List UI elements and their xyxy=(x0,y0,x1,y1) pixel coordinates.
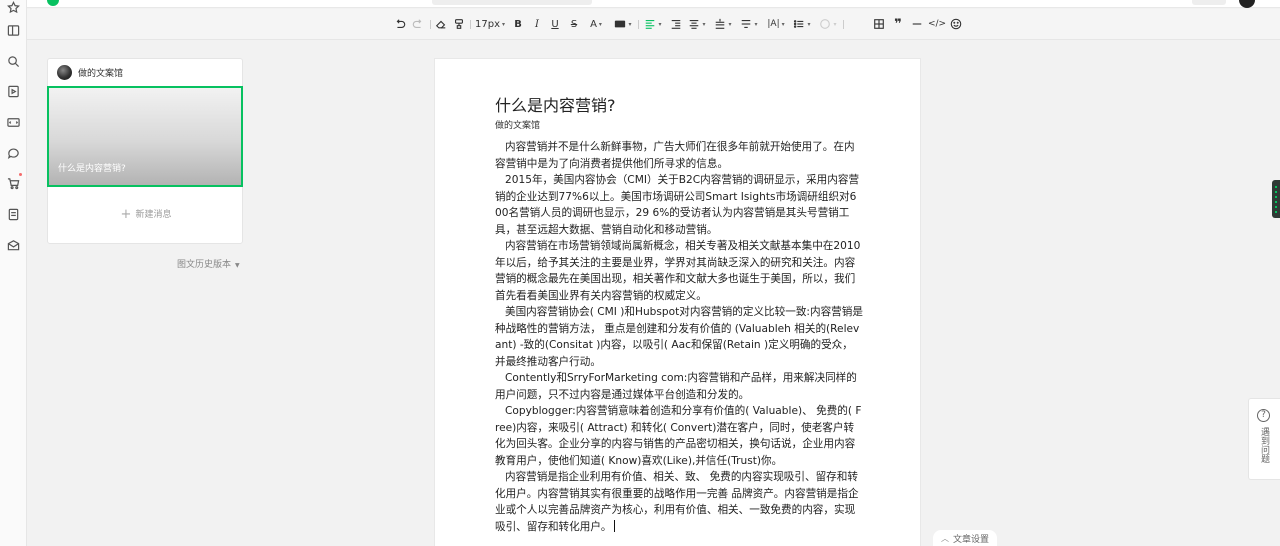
new-message-label: 新建消息 xyxy=(135,210,172,220)
toolbar-divider xyxy=(430,20,431,29)
font-size-value: 17px xyxy=(475,18,500,30)
paragraph[interactable]: 内容营销在市场营销领域尚属新概念，相关专著及相关文献基本集中在2010年以后，给… xyxy=(495,238,863,304)
history-versions-button[interactable]: 图文历史版本 ▼ xyxy=(177,257,240,270)
chevron-up-icon: ︿ xyxy=(941,533,949,543)
code-icon[interactable]: </> xyxy=(928,16,946,32)
spacing-icon[interactable]: ▾ xyxy=(713,16,733,32)
settings-label: 文章设置 xyxy=(953,534,990,545)
account-header: 做的文案馆 xyxy=(57,65,123,80)
article-title[interactable]: 什么是内容营销? xyxy=(495,92,616,116)
article-settings-button[interactable]: ︿ 文章设置 xyxy=(933,530,998,546)
chat-icon[interactable] xyxy=(6,146,21,161)
scrollbar-handle[interactable] xyxy=(1272,180,1280,218)
emoji-icon[interactable] xyxy=(949,16,963,32)
theme-icon[interactable]: ▾ xyxy=(817,16,839,32)
left-rail xyxy=(0,0,27,546)
question-icon: ? xyxy=(1257,409,1270,422)
letter-spacing-icon[interactable]: |A| ▾ xyxy=(765,16,787,32)
app-logo-icon xyxy=(47,0,59,6)
layout-icon[interactable] xyxy=(6,23,21,38)
italic-icon[interactable]: I xyxy=(531,16,543,32)
help-label: 遇到问题 xyxy=(1259,427,1269,463)
highlight-color-icon[interactable]: ▾ xyxy=(612,16,634,32)
mailbox-icon[interactable] xyxy=(6,238,21,253)
align-left-icon[interactable]: ▾ xyxy=(643,16,663,32)
toolbar-divider xyxy=(843,20,844,29)
underline-icon[interactable]: U xyxy=(549,16,561,32)
help-button[interactable]: ? 遇到问题 xyxy=(1248,398,1280,480)
new-message-button[interactable]: + 新建消息 xyxy=(48,207,244,222)
editor-canvas[interactable]: 什么是内容营销? 做的文案馆 内容营销并不是什么新鲜事物，广告大师们在很多年前就… xyxy=(434,58,921,546)
notification-dot xyxy=(19,173,22,176)
top-bar xyxy=(27,0,1280,8)
star-icon[interactable] xyxy=(6,0,21,15)
account-name: 做的文案馆 xyxy=(78,69,124,79)
table-icon[interactable] xyxy=(872,16,886,32)
quote-icon[interactable]: ❞ xyxy=(891,16,905,32)
code-block-icon[interactable] xyxy=(6,115,21,130)
eraser-icon[interactable] xyxy=(434,16,448,32)
cart-icon[interactable] xyxy=(6,176,21,191)
font-size-select[interactable]: 17px ▾ xyxy=(475,16,505,32)
line-height-icon[interactable]: ▾ xyxy=(739,16,759,32)
bold-icon[interactable]: B xyxy=(512,16,524,32)
paragraph[interactable]: Contently和SrryForMarketing com:内容营销和产品样，… xyxy=(495,370,863,403)
paragraph-last[interactable]: 内容营销是指企业利用有价值、相关、致、 免费的内容实现吸引、留存和转化用户。内容… xyxy=(495,469,863,535)
search-icon[interactable] xyxy=(6,54,21,69)
indent-icon[interactable] xyxy=(669,16,683,32)
paragraph[interactable]: Copyblogger:内容营销意味着创造和分享有价值的( Valuable)、… xyxy=(495,403,863,469)
undo-icon[interactable] xyxy=(393,16,407,32)
strikethrough-icon[interactable]: S xyxy=(568,16,580,32)
account-avatar xyxy=(57,65,72,80)
paragraph[interactable]: 内容营销并不是什么新鲜事物，广告大师们在很多年前就开始使用了。在内容营销中是为了… xyxy=(495,139,863,172)
font-color-icon[interactable]: A ▾ xyxy=(587,16,605,32)
user-avatar[interactable] xyxy=(1239,0,1255,8)
align-center-icon[interactable]: ▾ xyxy=(687,16,707,32)
paragraph[interactable]: 美国内容营销协会( CMI )和Hubspot对内容营销的定义比较一致:内容营销… xyxy=(495,304,863,370)
divider-line-icon[interactable] xyxy=(910,16,924,32)
cover-title: 什么是内容营销? xyxy=(58,164,126,174)
article-cover-item[interactable]: 什么是内容营销? xyxy=(47,86,243,187)
paragraph-text: 内容营销是指企业利用有价值、相关、致、 免费的内容实现吸引、留存和转化用户。内容… xyxy=(495,471,859,533)
plus-icon: + xyxy=(120,207,132,222)
paragraph[interactable]: 2015年，美国内容协会（CMI）关于B2C内容营销的调研显示，采用内容营销的企… xyxy=(495,172,863,238)
list-icon[interactable]: ▾ xyxy=(792,16,812,32)
format-toolbar: 17px ▾ B I U S A ▾ ▾ ▾ ▾ ▾ ▾ |A| ▾ ▾ ▾ ❞ </… xyxy=(27,9,1280,40)
top-button-area[interactable] xyxy=(1192,0,1226,5)
redo-icon[interactable] xyxy=(411,16,425,32)
document-icon[interactable] xyxy=(6,207,21,222)
article-author[interactable]: 做的文案馆 xyxy=(495,118,540,131)
text-cursor xyxy=(613,519,615,532)
chevron-down-icon: ▼ xyxy=(235,262,240,269)
toolbar-divider xyxy=(638,20,639,29)
article-list-card: 做的文案馆 什么是内容营销? + 新建消息 xyxy=(47,58,243,244)
article-body[interactable]: 内容营销并不是什么新鲜事物，广告大师们在很多年前就开始使用了。在内容营销中是为了… xyxy=(495,139,863,535)
format-painter-icon[interactable] xyxy=(452,16,466,32)
toolbar-divider xyxy=(470,20,471,29)
video-icon[interactable] xyxy=(6,84,21,99)
top-tab-area[interactable] xyxy=(432,0,592,5)
history-label: 图文历史版本 xyxy=(177,260,232,270)
